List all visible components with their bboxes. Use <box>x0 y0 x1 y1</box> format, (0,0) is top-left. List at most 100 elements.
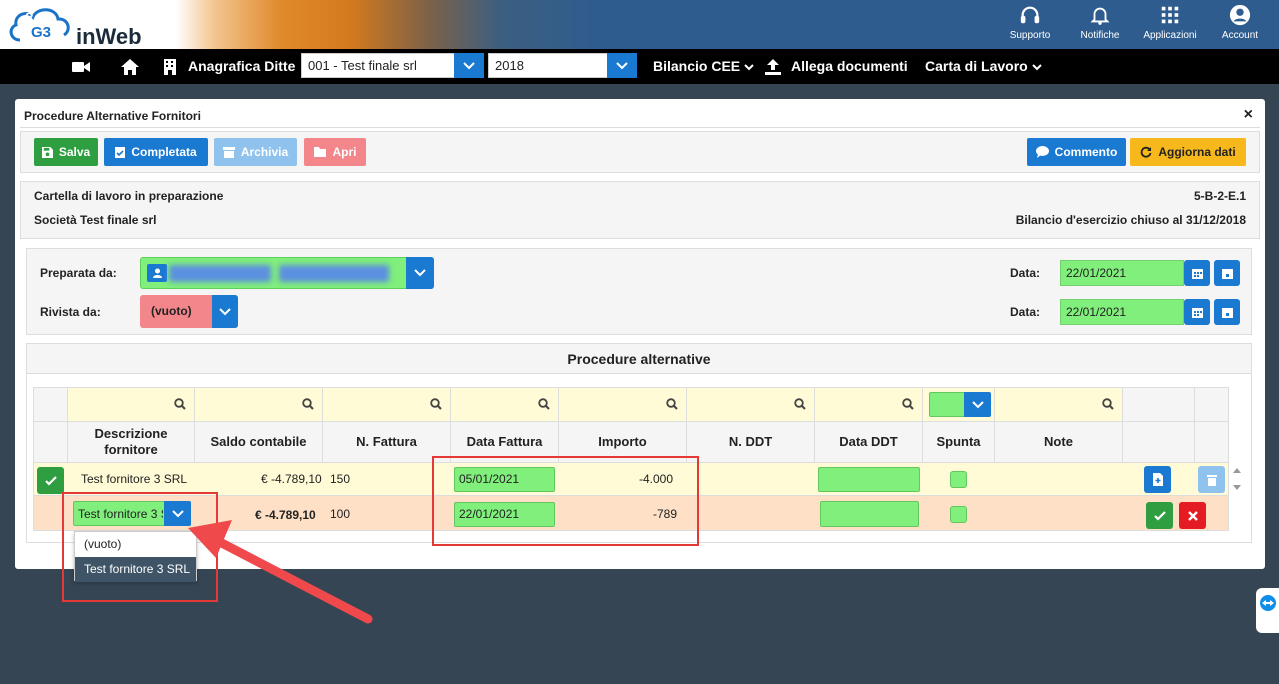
preparata-date-input[interactable]: 22/01/2021 <box>1060 260 1184 286</box>
headset-icon <box>1020 6 1040 24</box>
chevron-down-icon <box>212 295 238 328</box>
rivista-value: (vuoto) <box>151 304 192 318</box>
calendar-button[interactable] <box>1184 299 1210 325</box>
notifications-button[interactable]: Notifiche <box>1060 4 1140 41</box>
filter-data-ddt[interactable] <box>815 387 923 422</box>
company-select[interactable]: 001 - Test finale srl <box>301 53 484 78</box>
row2-cancel-button[interactable] <box>1179 502 1206 529</box>
rivista-label: Rivista da: <box>40 305 101 319</box>
data-label-1: Data: <box>1010 266 1041 280</box>
row-scrollbar[interactable] <box>1231 465 1243 495</box>
filter-cell <box>33 387 68 422</box>
header-data-ddt[interactable]: Data DDT <box>815 422 923 463</box>
company-text: Società Test finale srl <box>34 213 157 227</box>
filter-actions-2 <box>1195 387 1229 422</box>
filter-importo[interactable] <box>559 387 687 422</box>
row1-fattura[interactable]: 150 <box>330 472 350 486</box>
filter-spunta[interactable] <box>923 387 995 422</box>
bilancio-text: Bilancio d'esercizio chiuso al 31/12/201… <box>1015 213 1246 227</box>
year-select[interactable]: 2018 <box>488 53 637 78</box>
clipboard-check-icon <box>115 147 126 158</box>
row2-save-button[interactable] <box>1146 502 1173 529</box>
rivista-date-input[interactable]: 22/01/2021 <box>1060 299 1184 325</box>
filter-fattura[interactable] <box>323 387 451 422</box>
chevron-down-icon <box>1031 64 1042 71</box>
row-confirmed-button[interactable] <box>37 467 64 494</box>
row1-document-button[interactable] <box>1144 466 1171 493</box>
salva-label: Salva <box>58 145 91 159</box>
user-icon <box>147 264 167 282</box>
bilancio-cee-menu[interactable]: Bilancio CEE <box>653 49 754 84</box>
blurred-user-1 <box>169 265 271 282</box>
header-cell <box>33 422 68 463</box>
filter-data-fattura[interactable] <box>451 387 559 422</box>
aggiorna-dati-button[interactable]: Aggiorna dati <box>1130 138 1246 166</box>
filter-fornitore[interactable] <box>68 387 195 422</box>
applications-label: Applicazioni <box>1143 30 1197 41</box>
file-add-icon <box>1152 473 1163 486</box>
anagrafica-ditte-link[interactable]: Anagrafica Ditte <box>188 49 295 84</box>
video-button[interactable] <box>70 49 92 84</box>
arrow-annotation-icon <box>188 520 373 624</box>
home-button[interactable] <box>119 49 141 84</box>
commento-button[interactable]: Commento <box>1027 138 1126 166</box>
account-button[interactable]: Account <box>1200 4 1279 41</box>
completata-button[interactable]: Completata <box>104 138 208 166</box>
calendar-today-button[interactable] <box>1214 260 1240 286</box>
archivia-button[interactable]: Archivia <box>214 138 297 166</box>
save-icon <box>41 146 53 158</box>
help-button[interactable]: ? <box>25 0 34 35</box>
header-note[interactable]: Note <box>995 422 1123 463</box>
close-button[interactable]: × <box>1244 106 1253 124</box>
applications-button[interactable]: Applicazioni <box>1130 4 1210 41</box>
building-icon <box>160 49 180 84</box>
archivia-label: Archivia <box>240 145 289 159</box>
apri-button[interactable]: Apri <box>304 138 366 166</box>
spunta-filter-box <box>929 392 965 417</box>
workpaper-code: 5-B-2-E.1 <box>1193 189 1246 203</box>
home-icon <box>121 58 139 75</box>
preparata-select[interactable] <box>140 257 434 289</box>
row1-spunta-checkbox[interactable] <box>950 471 967 488</box>
scroll-down-icon <box>1233 485 1241 490</box>
cloud-logo-icon: G3 <box>9 8 70 42</box>
filter-saldo[interactable] <box>195 387 323 422</box>
video-camera-icon <box>72 61 90 72</box>
highlight-box-dates <box>432 456 699 546</box>
header-saldo[interactable]: Saldo contabile <box>195 422 323 463</box>
header-n-ddt[interactable]: N. DDT <box>687 422 815 463</box>
account-label: Account <box>1221 30 1259 41</box>
calendar-button[interactable] <box>1184 260 1210 286</box>
filter-note[interactable] <box>995 387 1123 422</box>
logo-mark: G3 <box>31 24 51 41</box>
check-icon <box>44 475 57 486</box>
row2-data-ddt-input[interactable] <box>820 501 919 527</box>
header-actions-2 <box>1195 422 1229 463</box>
carta-di-lavoro-label: Carta di Lavoro <box>925 58 1028 74</box>
header-fornitore[interactable]: Descrizione fornitore <box>68 422 195 463</box>
divider <box>20 127 1260 128</box>
row1-delete-button[interactable] <box>1198 466 1225 493</box>
section-title: Procedure alternative <box>27 344 1251 374</box>
calendar-today-button[interactable] <box>1214 299 1240 325</box>
top-bar: G3 inWeb Supporto Notifiche Applicazioni… <box>0 0 1279 49</box>
row1-data-ddt-input[interactable] <box>818 467 920 492</box>
user-circle-icon <box>1229 4 1251 26</box>
row2-spunta-checkbox[interactable] <box>950 506 967 523</box>
filter-n-ddt[interactable] <box>687 387 815 422</box>
allega-documenti-link[interactable]: Allega documenti <box>791 49 908 84</box>
scroll-up-icon <box>1233 468 1241 473</box>
chevron-down-icon <box>406 257 434 289</box>
refresh-icon <box>1141 146 1152 158</box>
support-button[interactable]: Supporto <box>990 4 1070 41</box>
close-icon <box>1187 510 1198 521</box>
carta-di-lavoro-menu[interactable]: Carta di Lavoro <box>925 49 1042 84</box>
rivista-select[interactable]: (vuoto) <box>140 295 238 328</box>
completata-label: Completata <box>131 145 197 159</box>
remote-support-tab[interactable] <box>1256 588 1279 633</box>
comment-icon <box>1035 146 1049 158</box>
salva-button[interactable]: Salva <box>34 138 98 166</box>
bilancio-cee-label: Bilancio CEE <box>653 58 741 74</box>
search-icon <box>538 398 550 410</box>
header-spunta[interactable]: Spunta <box>923 422 995 463</box>
